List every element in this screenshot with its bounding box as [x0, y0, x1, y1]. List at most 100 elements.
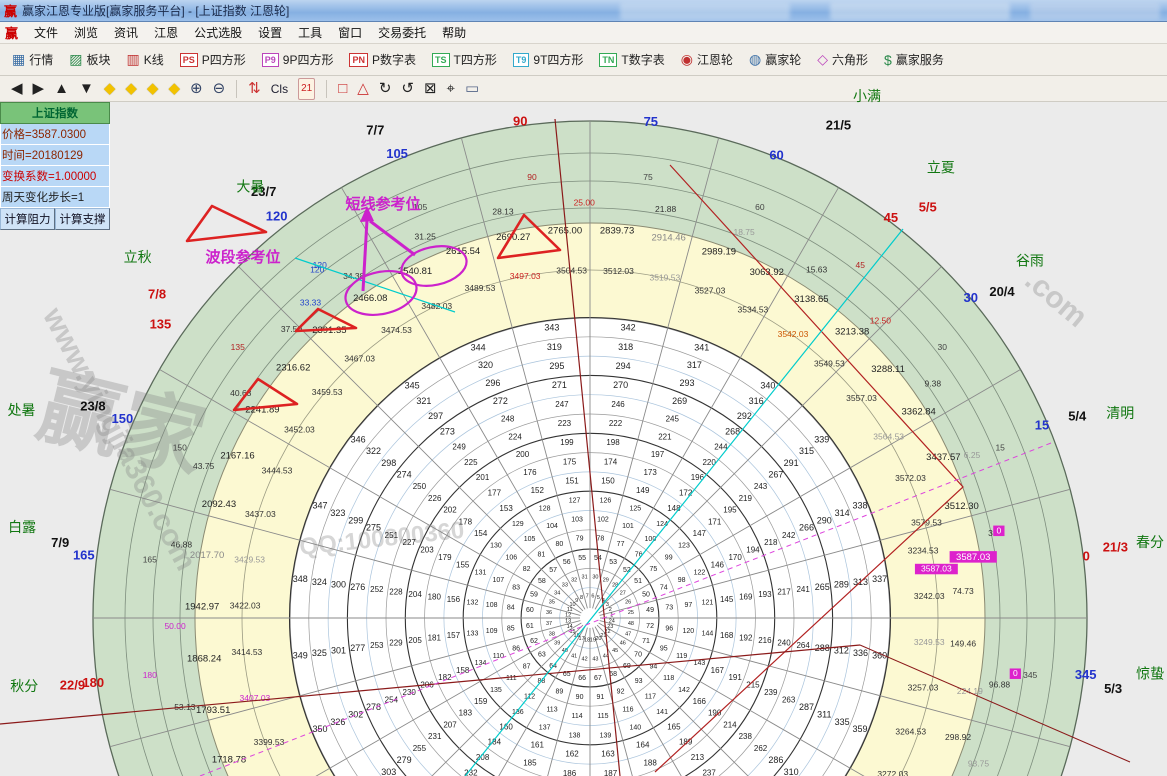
spiral-number: 238 — [739, 732, 753, 741]
calc-resistance-button[interactable]: 计算阻力 — [0, 208, 55, 230]
price-spiral-value: 3264.53 — [895, 727, 926, 737]
spiral-number: 95 — [660, 645, 668, 652]
price-spiral-value: 3542.03 — [778, 329, 809, 339]
price-spiral-value: 3414.53 — [232, 647, 263, 657]
spiral-number: 185 — [523, 758, 537, 767]
spiral-number: 157 — [447, 631, 461, 640]
percent-ring-value: 21.88 — [655, 204, 677, 214]
spiral-number: 339 — [814, 434, 829, 444]
solar-term-label: 小满 — [853, 88, 881, 104]
spiral-number: 237 — [702, 768, 716, 776]
spiral-number: 2 — [609, 607, 612, 613]
spiral-number: 135 — [490, 687, 502, 694]
spiral-number: 122 — [694, 569, 706, 576]
spiral-number: 97 — [684, 602, 692, 609]
outer-degree-label: 75 — [644, 114, 658, 129]
spiral-number: 171 — [708, 517, 722, 526]
spiral-number: 187 — [604, 769, 618, 776]
spiral-number: 156 — [447, 595, 461, 604]
spiral-number: 49 — [646, 607, 654, 614]
percent-ring-value: 28.13 — [492, 206, 514, 216]
spiral-number: 41 — [571, 654, 577, 660]
spiral-number: 121 — [702, 599, 714, 606]
annotation-text: 短线参考位 — [345, 195, 420, 213]
spiral-number: 338 — [852, 501, 867, 511]
spiral-number: 336 — [853, 648, 868, 658]
price-spiral-value: 3429.53 — [234, 554, 265, 564]
spiral-number: 70 — [634, 652, 642, 659]
spiral-number: 123 — [678, 543, 690, 550]
spiral-number: 205 — [408, 636, 422, 645]
spiral-number: 273 — [440, 426, 455, 436]
percent-ring-value: 96.88 — [989, 679, 1011, 689]
spiral-number: 138 — [569, 732, 581, 739]
spiral-number: 66 — [578, 675, 586, 682]
extra-value: 33.33 — [300, 297, 322, 307]
spiral-number: 179 — [438, 553, 452, 562]
price-spiral-value: 3467.03 — [344, 354, 375, 364]
spiral-number: 113 — [546, 706, 557, 713]
spiral-number: 39 — [554, 641, 560, 647]
spiral-number: 93 — [635, 678, 643, 685]
spiral-number: 341 — [694, 342, 709, 352]
spiral-number: 78 — [597, 536, 605, 543]
spiral-number: 262 — [754, 744, 768, 753]
price-spiral-value: 3519.53 — [650, 273, 681, 283]
degree-ring-value: 15 — [995, 442, 1005, 452]
spiral-number: 7 — [586, 594, 589, 600]
price-spiral-value: 3444.53 — [262, 465, 293, 475]
spiral-number: 314 — [835, 508, 850, 518]
outer-date-label: 5/3 — [1104, 681, 1122, 696]
price-spiral-value: 3557.03 — [846, 393, 877, 403]
price-spiral-value: 3452.03 — [284, 425, 315, 435]
percent-ring-value: 25.00 — [574, 197, 596, 207]
panel-row-0: 价格=3587.0300 — [0, 124, 110, 145]
spiral-number: 246 — [611, 400, 625, 409]
spiral-number: 151 — [565, 476, 579, 485]
outer-date-label: 7/9 — [51, 535, 69, 550]
spiral-number: 152 — [531, 486, 545, 495]
spiral-number: 226 — [428, 494, 442, 503]
spiral-number: 59 — [530, 592, 538, 599]
spiral-number: 196 — [691, 473, 705, 482]
spiral-number: 213 — [691, 753, 705, 762]
outer-date-label: 20/4 — [989, 284, 1015, 299]
degree-ring-value: 345 — [1023, 670, 1037, 680]
outer-date-label: 5/5 — [919, 200, 937, 215]
outer-degree-label: 180 — [82, 675, 104, 690]
spiral-number: 82 — [523, 566, 531, 573]
spiral-number: 80 — [556, 541, 564, 548]
spiral-number: 346 — [351, 434, 366, 444]
spiral-number: 23 — [607, 624, 613, 630]
spiral-number: 216 — [758, 636, 772, 645]
spiral-number: 71 — [642, 638, 650, 645]
spiral-number: 37 — [546, 621, 552, 627]
solar-term-label: 大暑 — [236, 179, 264, 195]
solar-term-label: 秋分 — [10, 678, 38, 694]
spiral-number: 155 — [456, 560, 470, 569]
spiral-number: 221 — [658, 432, 672, 441]
percent-ring-value: 93.75 — [968, 758, 990, 768]
spiral-number: 146 — [711, 560, 725, 569]
spiral-number: 227 — [403, 538, 417, 547]
spiral-number: 91 — [597, 694, 605, 701]
spiral-number: 289 — [834, 579, 849, 589]
spiral-number: 101 — [622, 523, 634, 530]
spiral-number: 266 — [799, 523, 814, 533]
spiral-number: 217 — [777, 588, 791, 597]
spiral-number: 72 — [646, 623, 654, 630]
spiral-number: 325 — [312, 648, 327, 658]
spiral-number: 182 — [438, 673, 452, 682]
instrument-values: 价格=3587.0300时间=20180129变换系数=1.00000周天变化步… — [0, 124, 110, 208]
gann-wheel-chart[interactable]: QQ:100800360www.yingjia360.com赢家.com1234… — [0, 0, 1167, 776]
spiral-number: 214 — [723, 720, 737, 729]
price-spiral-value: 3422.03 — [230, 601, 261, 611]
calc-support-button[interactable]: 计算支撑 — [55, 208, 110, 230]
price-spiral-value: 3564.53 — [873, 431, 904, 441]
spiral-number: 168 — [720, 631, 734, 640]
spiral-number: 174 — [604, 457, 618, 466]
outer-degree-label: 165 — [73, 547, 95, 562]
spiral-number: 239 — [764, 688, 778, 697]
spiral-number: 45 — [612, 648, 618, 654]
spiral-number: 267 — [768, 470, 783, 480]
